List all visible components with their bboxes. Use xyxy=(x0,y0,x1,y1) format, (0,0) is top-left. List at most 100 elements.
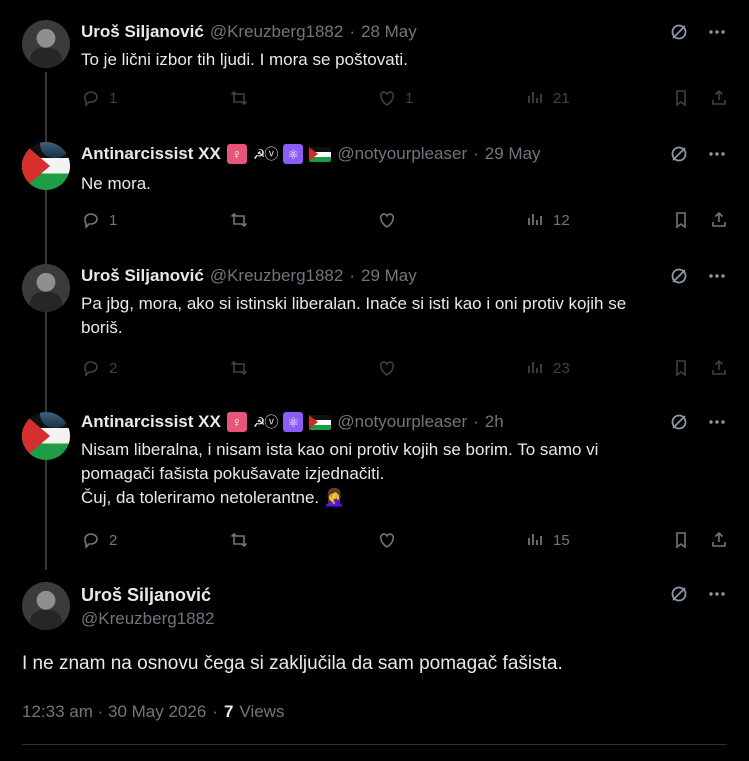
views-count: 12 xyxy=(553,211,570,229)
repost-button[interactable] xyxy=(229,210,257,230)
grok-icon[interactable] xyxy=(669,266,689,286)
grok-icon[interactable] xyxy=(669,412,689,432)
views-button[interactable]: 23 xyxy=(525,358,570,378)
share-icon xyxy=(709,358,729,378)
tweet-4[interactable]: Antinarcissist XX ♀ ☭ⓥ ⚛ @notyourpleaser… xyxy=(0,392,749,562)
tweet-text-line: pomagači fašista pokušavate izjednačiti. xyxy=(81,464,385,483)
like-button[interactable]: 1 xyxy=(377,88,413,108)
views-button[interactable]: 21 xyxy=(525,88,570,108)
tweet-top-actions xyxy=(669,584,727,604)
more-icon[interactable] xyxy=(707,22,727,42)
grok-icon[interactable] xyxy=(669,22,689,42)
tweet-2[interactable]: Antinarcissist XX ♀ ☭ⓥ ⚛ @notyourpleaser… xyxy=(0,122,749,244)
timestamp[interactable]: 2h xyxy=(485,412,504,432)
timestamp[interactable]: 28 May xyxy=(361,22,417,42)
tweet-timestamp[interactable]: 12:33 am · 30 May 2026 xyxy=(22,702,206,722)
author-name[interactable]: Antinarcissist XX xyxy=(81,412,221,432)
female-badge-icon: ♀ xyxy=(226,144,247,164)
focused-tweet-handle: @Kreuzberg1882 xyxy=(81,609,215,629)
views-icon xyxy=(525,88,545,108)
author-handle[interactable]: @Kreuzberg1882 xyxy=(81,609,215,629)
bookmark-button[interactable] xyxy=(671,88,691,108)
bookmark-button[interactable] xyxy=(671,530,691,550)
repost-icon xyxy=(229,210,249,230)
share-button[interactable] xyxy=(709,88,729,108)
tweet-top-actions xyxy=(669,266,727,286)
tweet-1[interactable]: Uroš Siljanović @Kreuzberg1882 · 28 May … xyxy=(0,0,749,122)
share-button[interactable] xyxy=(709,530,729,550)
like-icon xyxy=(377,88,397,108)
views-button[interactable]: 15 xyxy=(525,530,570,550)
share-button[interactable] xyxy=(709,358,729,378)
author-name[interactable]: Antinarcissist XX xyxy=(81,144,221,164)
repost-button[interactable] xyxy=(229,358,257,378)
separator: · xyxy=(212,702,218,721)
tweet-actions: 1 12 xyxy=(81,210,729,232)
focused-tweet[interactable]: Uroš Siljanović @Kreuzberg1882 I ne znam… xyxy=(0,562,749,761)
views-icon xyxy=(525,530,545,550)
tweet-top-actions xyxy=(669,22,727,42)
tweet-text: Ne mora. xyxy=(81,174,151,193)
grok-icon[interactable] xyxy=(669,144,689,164)
reply-button[interactable]: 2 xyxy=(81,358,117,378)
like-button[interactable] xyxy=(377,530,405,550)
author-handle[interactable]: @notyourpleaser xyxy=(337,412,467,432)
views-number: 7 xyxy=(223,702,234,721)
bookmark-icon xyxy=(671,210,691,230)
share-button[interactable] xyxy=(709,210,729,230)
share-icon xyxy=(709,210,729,230)
author-name[interactable]: Uroš Siljanović xyxy=(81,266,204,286)
views-count: 23 xyxy=(553,359,570,377)
reply-count: 1 xyxy=(109,89,118,107)
views-button[interactable]: 12 xyxy=(525,210,570,230)
grok-icon[interactable] xyxy=(669,584,689,604)
avatar[interactable] xyxy=(22,412,70,460)
avatar[interactable] xyxy=(22,142,70,190)
tweet-3[interactable]: Uroš Siljanović @Kreuzberg1882 · 29 May … xyxy=(0,244,749,392)
avatar[interactable] xyxy=(22,20,70,68)
reply-count: 2 xyxy=(109,359,118,377)
timestamp[interactable]: 29 May xyxy=(485,144,541,164)
bookmark-button[interactable] xyxy=(671,210,691,230)
hammer-sickle-vegan-icon: ☭ⓥ xyxy=(252,146,279,162)
tweet-header: Uroš Siljanović @Kreuzberg1882 · 29 May xyxy=(81,266,417,286)
palestine-flag-icon xyxy=(309,146,332,162)
more-icon[interactable] xyxy=(707,266,727,286)
like-button[interactable] xyxy=(377,358,405,378)
more-icon[interactable] xyxy=(707,144,727,164)
reply-button[interactable]: 1 xyxy=(81,210,117,230)
palestine-flag-icon xyxy=(309,414,332,430)
avatar[interactable] xyxy=(22,264,70,312)
repost-icon xyxy=(229,88,249,108)
author-name[interactable]: Uroš Siljanović xyxy=(81,22,204,42)
author-handle[interactable]: @Kreuzberg1882 xyxy=(210,266,344,286)
repost-button[interactable] xyxy=(229,88,257,108)
views-count: 15 xyxy=(553,531,570,549)
tweet-text-line: Pa jbg, mora, ako si istinski liberalan.… xyxy=(81,294,627,313)
tweet-meta: 12:33 am · 30 May 2026 · 7 Views xyxy=(22,702,284,722)
atom-badge-icon: ⚛ xyxy=(283,144,304,164)
separator: · xyxy=(473,144,479,163)
reply-button[interactable]: 2 xyxy=(81,530,117,550)
bookmark-button[interactable] xyxy=(671,358,691,378)
author-handle[interactable]: @Kreuzberg1882 xyxy=(210,22,344,42)
tweet-top-actions xyxy=(669,412,727,432)
repost-button[interactable] xyxy=(229,530,257,550)
views-count: 21 xyxy=(553,89,570,107)
reply-button[interactable]: 1 xyxy=(81,88,117,108)
more-icon[interactable] xyxy=(707,584,727,604)
share-icon xyxy=(709,530,729,550)
tweet-text: Pa jbg, mora, ako si istinski liberalan.… xyxy=(81,292,721,340)
author-name[interactable]: Uroš Siljanović xyxy=(81,585,211,606)
reply-icon xyxy=(81,210,101,230)
tweet-text-line: Čuj, da toleriramo netolerantne. 🤦‍♀️ xyxy=(81,488,346,507)
avatar[interactable] xyxy=(22,582,70,630)
more-icon[interactable] xyxy=(707,412,727,432)
reply-icon xyxy=(81,530,101,550)
like-icon xyxy=(377,530,397,550)
tweet-header: Antinarcissist XX ♀ ☭ⓥ ⚛ @notyourpleaser… xyxy=(81,144,541,164)
like-button[interactable] xyxy=(377,210,405,230)
views-label: Views xyxy=(239,702,285,721)
timestamp[interactable]: 29 May xyxy=(361,266,417,286)
author-handle[interactable]: @notyourpleaser xyxy=(337,144,467,164)
